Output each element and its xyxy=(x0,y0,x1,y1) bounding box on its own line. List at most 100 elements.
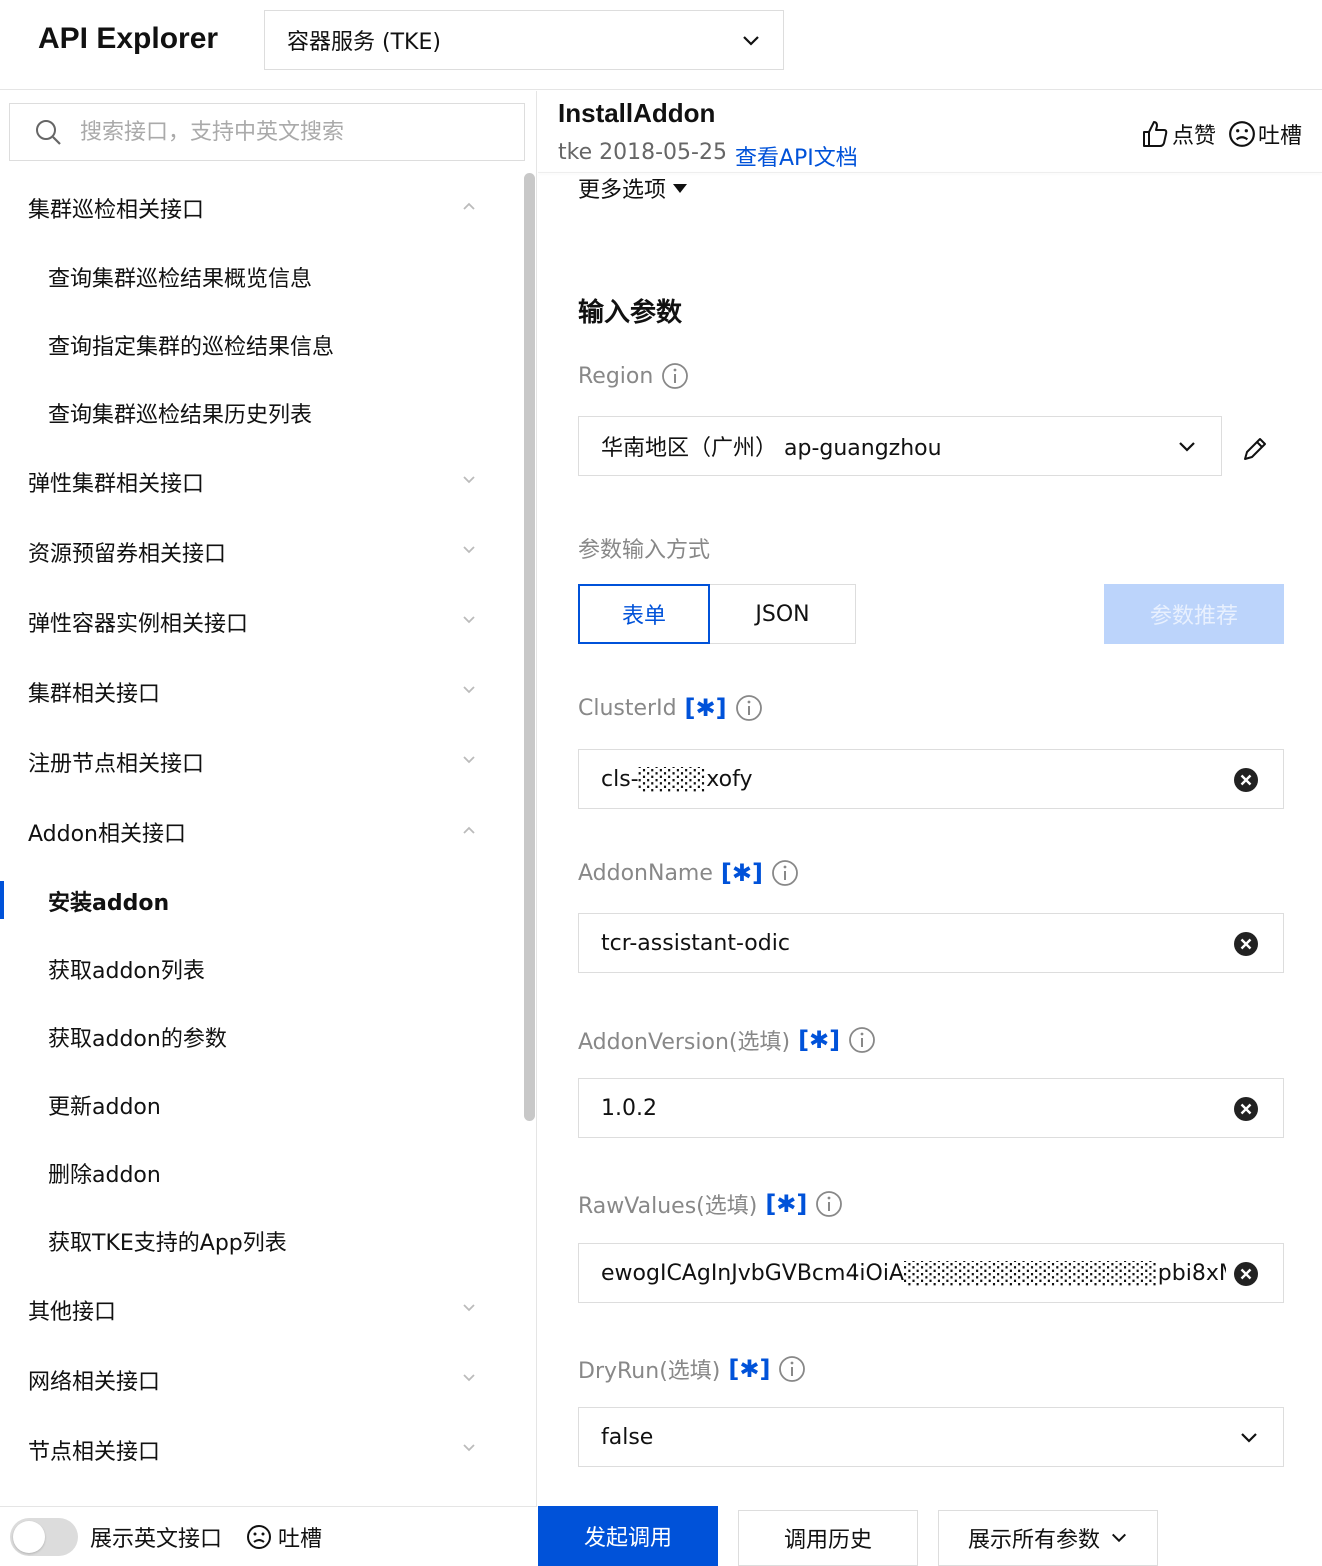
history-button[interactable]: 调用历史 xyxy=(738,1510,918,1566)
sidebar-footer: 展示英文接口 吐槽 xyxy=(0,1506,537,1566)
nav-item-delete-addon[interactable]: 删除addon xyxy=(0,1139,520,1207)
chevron-down-icon xyxy=(463,1304,475,1312)
nav-group-node[interactable]: 节点相关接口 xyxy=(0,1415,520,1485)
app-logo: API Explorer xyxy=(38,22,219,55)
nav-item-app-list[interactable]: 获取TKE支持的App列表 xyxy=(0,1207,520,1275)
nav-item-list-addon[interactable]: 获取addon列表 xyxy=(0,935,520,1003)
cluster-id-value: cls-░░░░xofy xyxy=(601,766,753,792)
top-bar: API Explorer 容器服务 (TKE) xyxy=(0,0,1322,90)
required-mark: [✱] xyxy=(798,1026,841,1054)
info-icon[interactable] xyxy=(661,362,689,390)
api-doc-link[interactable]: 查看API文档 xyxy=(735,140,858,172)
like-button[interactable]: 点赞 xyxy=(1140,118,1216,150)
chevron-down-icon xyxy=(743,36,759,46)
raw-values-label: RawValues(选填) [✱] xyxy=(578,1188,843,1220)
api-nav: 集群巡检相关接口 查询集群巡检结果概览信息 查询指定集群的巡检结果信息 查询集群… xyxy=(0,173,520,1485)
invoke-button[interactable]: 发起调用 xyxy=(538,1506,718,1566)
addon-version-label: AddonVersion(选填) [✱] xyxy=(578,1024,876,1056)
info-icon[interactable] xyxy=(815,1190,843,1218)
raw-values-value: ewogICAgInJvbGVBcm4iOiA░░░░░░░░░░░░░░░pb… xyxy=(601,1260,1226,1286)
english-api-toggle-label: 展示英文接口 xyxy=(90,1526,223,1552)
input-mode-label: 参数输入方式 xyxy=(578,538,711,563)
nav-group-label: 其他接口 xyxy=(28,1300,117,1325)
nav-group-eci[interactable]: 弹性容器实例相关接口 xyxy=(0,587,520,657)
addon-name-label: AddonName [✱] xyxy=(578,859,799,887)
cluster-id-input[interactable]: cls-░░░░xofy xyxy=(578,749,1284,809)
nav-group-label: 集群巡检相关接口 xyxy=(28,198,205,223)
region-label-text: Region xyxy=(578,363,654,389)
sidebar: 集群巡检相关接口 查询集群巡检结果概览信息 查询指定集群的巡检结果信息 查询集群… xyxy=(0,91,537,1566)
api-meta: tke 2018-05-25 查看API文档 xyxy=(558,140,858,172)
nav-group-other[interactable]: 其他接口 xyxy=(0,1275,520,1345)
dry-run-select[interactable]: false xyxy=(578,1407,1284,1467)
nav-item-inspection-result[interactable]: 查询指定集群的巡检结果信息 xyxy=(0,311,520,379)
cluster-id-label-text: ClusterId xyxy=(578,695,677,721)
raw-values-label-text: RawValues(选填) xyxy=(578,1194,758,1219)
raw-values-input[interactable]: ewogICAgInJvbGVBcm4iOiA░░░░░░░░░░░░░░░pb… xyxy=(578,1243,1284,1303)
sidebar-complain-button[interactable]: 吐槽 xyxy=(246,1521,322,1553)
nav-item-update-addon[interactable]: 更新addon xyxy=(0,1071,520,1139)
addon-version-value: 1.0.2 xyxy=(601,1095,657,1121)
edit-icon[interactable] xyxy=(1240,434,1270,464)
sidebar-scrollbar[interactable] xyxy=(524,173,535,1121)
tab-form[interactable]: 表单 xyxy=(578,584,710,644)
nav-group-cluster[interactable]: 集群相关接口 xyxy=(0,657,520,727)
tab-json[interactable]: JSON xyxy=(710,584,856,644)
addon-version-input[interactable]: 1.0.2 xyxy=(578,1078,1284,1138)
info-icon[interactable] xyxy=(848,1026,876,1054)
show-all-params-label: 展示所有参数 xyxy=(967,1528,1100,1553)
chevron-down-icon xyxy=(463,686,475,694)
addon-name-label-text: AddonName xyxy=(578,860,713,886)
complain-label: 吐槽 xyxy=(278,1526,323,1552)
chevron-down-icon xyxy=(463,546,475,554)
chevron-down-icon xyxy=(463,476,475,484)
search-icon xyxy=(36,120,61,145)
complain-button[interactable]: 吐槽 xyxy=(1228,118,1302,150)
input-mode-tabs: 表单 JSON xyxy=(578,584,856,644)
show-all-params-button[interactable]: 展示所有参数 xyxy=(938,1510,1158,1566)
chevron-down-icon xyxy=(1111,1533,1127,1543)
info-icon[interactable] xyxy=(735,694,763,722)
dry-run-label-text: DryRun(选填) xyxy=(578,1359,721,1384)
recommend-params-button[interactable]: 参数推荐 xyxy=(1104,584,1284,644)
chevron-up-icon xyxy=(463,826,475,834)
clear-icon[interactable] xyxy=(1233,931,1259,957)
service-select-value: 容器服务 (TKE) xyxy=(287,30,441,55)
service-select[interactable]: 容器服务 (TKE) xyxy=(264,10,784,70)
search-box[interactable] xyxy=(9,103,525,161)
nav-group-cluster-inspection[interactable]: 集群巡检相关接口 xyxy=(0,173,520,243)
region-select[interactable]: 华南地区（广州） ap-guangzhou xyxy=(578,416,1222,476)
sad-face-icon xyxy=(1229,121,1255,147)
chevron-down-icon xyxy=(1241,1433,1257,1443)
dry-run-value: false xyxy=(601,1424,654,1450)
nav-item-install-addon[interactable]: 安装addon xyxy=(0,867,520,935)
required-mark: [✱] xyxy=(720,859,763,887)
clear-icon[interactable] xyxy=(1233,1096,1259,1122)
nav-group-label: 弹性容器实例相关接口 xyxy=(28,612,249,637)
english-api-toggle[interactable] xyxy=(10,1517,78,1556)
info-icon[interactable] xyxy=(778,1355,806,1383)
more-options-toggle[interactable]: 更多选项 xyxy=(578,172,688,204)
nav-group-network[interactable]: 网络相关接口 xyxy=(0,1345,520,1415)
addon-name-value: tcr-assistant-odic xyxy=(601,930,790,956)
addon-name-input[interactable]: tcr-assistant-odic xyxy=(578,913,1284,973)
nav-item-inspection-history[interactable]: 查询集群巡检结果历史列表 xyxy=(0,379,520,447)
chevron-down-icon xyxy=(463,756,475,764)
caret-down-icon xyxy=(673,184,688,193)
nav-group-addon[interactable]: Addon相关接口 xyxy=(0,797,520,867)
cluster-id-label: ClusterId [✱] xyxy=(578,694,763,722)
nav-group-label: 资源预留券相关接口 xyxy=(28,542,227,567)
nav-group-register-node[interactable]: 注册节点相关接口 xyxy=(0,727,520,797)
clear-icon[interactable] xyxy=(1233,767,1259,793)
nav-group-label: 集群相关接口 xyxy=(28,682,161,707)
nav-group-reserved-coupon[interactable]: 资源预留券相关接口 xyxy=(0,517,520,587)
nav-group-elastic-cluster[interactable]: 弹性集群相关接口 xyxy=(0,447,520,517)
nav-item-inspection-overview[interactable]: 查询集群巡检结果概览信息 xyxy=(0,243,520,311)
clear-icon[interactable] xyxy=(1233,1261,1259,1287)
search-input[interactable] xyxy=(80,119,500,145)
complain-label: 吐槽 xyxy=(1258,124,1303,149)
info-icon[interactable] xyxy=(771,859,799,887)
chevron-down-icon xyxy=(463,1374,475,1382)
nav-item-addon-params[interactable]: 获取addon的参数 xyxy=(0,1003,520,1071)
chevron-down-icon xyxy=(1179,442,1195,452)
